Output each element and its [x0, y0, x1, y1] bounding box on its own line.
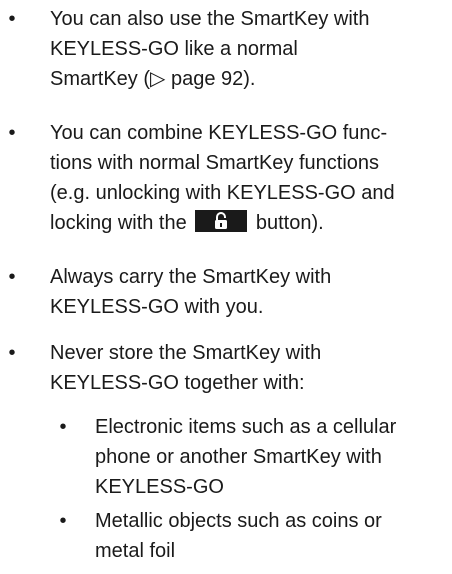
list-item-line: locking with the button).: [50, 208, 446, 238]
list-item-text: locking with the: [50, 212, 187, 234]
list-item-text: button).: [255, 212, 324, 234]
list-item-line: KEYLESS-GO like a normal: [50, 38, 298, 60]
bullet: •: [59, 416, 67, 438]
list-item-line: KEYLESS-GO together with:: [50, 372, 305, 394]
list-item-line: (e.g. unlocking with KEYLESS-GO and: [50, 182, 395, 204]
list-item-line: You can also use the SmartKey with: [50, 8, 370, 30]
bullet: •: [8, 266, 16, 288]
lock-button-icon: [195, 210, 248, 232]
sub-list-item-line: Metallic objects such as coins or: [95, 510, 382, 532]
sub-list-item-line: KEYLESS-GO: [95, 476, 224, 498]
sub-list-item-line: phone or another SmartKey with: [95, 446, 382, 468]
bullet: •: [8, 342, 16, 364]
sub-list-item-line: metal foil: [95, 540, 176, 562]
list-item-line: KEYLESS-GO with you.: [50, 296, 264, 318]
bullet: •: [8, 122, 16, 144]
list-item-line: SmartKey (▷ page 92).: [50, 68, 256, 90]
bullet: •: [8, 8, 16, 30]
sub-list-item-line: Electronic items such as a cellular: [95, 416, 397, 438]
list-item-line: Always carry the SmartKey with: [50, 266, 332, 288]
list-item-line: You can combine KEYLESS-GO func-: [50, 122, 388, 144]
bullet: •: [59, 510, 67, 532]
list-item-line: tions with normal SmartKey functions: [50, 152, 380, 174]
list-item-line: Never store the SmartKey with: [50, 342, 322, 364]
